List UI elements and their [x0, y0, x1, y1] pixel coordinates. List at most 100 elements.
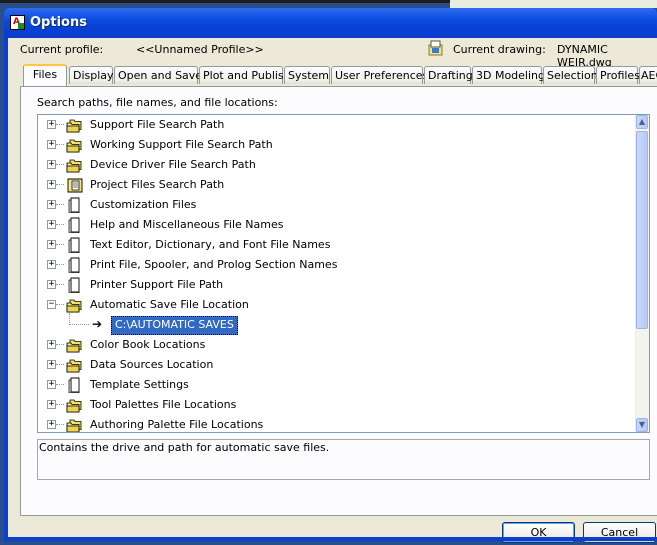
tree-item[interactable]: + Color Book Locations	[38, 335, 636, 355]
expand-icon[interactable]: +	[47, 220, 56, 229]
tree-item[interactable]: + Authoring Palette File Locations	[38, 415, 636, 432]
tree-item[interactable]: + Customization Files	[38, 195, 636, 215]
expand-icon[interactable]: +	[47, 260, 56, 269]
expand-icon[interactable]: +	[47, 340, 56, 349]
folders-icon	[66, 417, 84, 432]
dialog-client-area: Current profile: <<Unnamed Profile>> Cur…	[8, 38, 657, 543]
profile-row: Current profile: <<Unnamed Profile>> Cur…	[20, 40, 657, 69]
tree-item[interactable]: + Text Editor, Dictionary, and Font File …	[38, 235, 636, 255]
expand-icon[interactable]: +	[47, 240, 56, 249]
tree-item-label: Print File, Spooler, and Prolog Section …	[90, 258, 338, 271]
collapse-icon[interactable]: −	[47, 300, 56, 309]
folders-icon	[66, 137, 84, 153]
tab-user-preferences[interactable]: User Preferences	[331, 66, 428, 84]
expand-icon[interactable]: +	[47, 140, 56, 149]
autocad-app-icon: A	[10, 15, 25, 30]
tree-connector	[56, 284, 64, 285]
expand-icon[interactable]: +	[47, 360, 56, 369]
current-profile-label: Current profile:	[20, 43, 104, 56]
document-icon	[66, 237, 84, 254]
current-drawing-label: Current drawing:	[453, 43, 546, 56]
scroll-thumb[interactable]	[636, 131, 648, 329]
tree-item[interactable]: − Automatic Save File Location	[38, 295, 636, 315]
tree-item[interactable]: + Print File, Spooler, and Prolog Section…	[38, 255, 636, 275]
tree-connector	[56, 184, 64, 185]
tree-item-label: Project Files Search Path	[90, 178, 225, 191]
tree-connector	[56, 364, 64, 365]
tab-system[interactable]: System	[284, 66, 330, 84]
tree-item-label: Template Settings	[90, 378, 189, 391]
arrow-right-icon: ➔	[92, 317, 103, 331]
tab-strip: Files Display Open and Save Plot and Pub…	[20, 64, 657, 86]
tree-item[interactable]: + Tool Palettes File Locations	[38, 395, 636, 415]
expand-icon[interactable]: +	[47, 380, 56, 389]
title-bar[interactable]: A Options	[4, 8, 657, 38]
tab-open-and-save[interactable]: Open and Save	[114, 66, 202, 84]
tree-item-label: Color Book Locations	[90, 338, 206, 351]
expand-icon[interactable]: +	[47, 160, 56, 169]
tree-connector	[56, 204, 64, 205]
window-title: Options	[30, 15, 87, 30]
tab-selection[interactable]: Selection	[543, 66, 598, 84]
tree-connector	[56, 304, 64, 305]
tab-profiles[interactable]: Profiles	[596, 66, 640, 84]
tree-item-label: Customization Files	[90, 198, 197, 211]
search-paths-heading: Search paths, file names, and file locat…	[37, 96, 278, 109]
tree-item-label: Device Driver File Search Path	[90, 158, 256, 171]
current-profile-value: <<Unnamed Profile>>	[136, 43, 264, 56]
tab-files[interactable]: Files	[23, 64, 67, 86]
document-icon	[66, 377, 84, 394]
tree-item-label: Help and Miscellaneous File Names	[90, 218, 284, 231]
tree-connector	[69, 324, 89, 325]
tree-connector	[56, 264, 64, 265]
tab-aec[interactable]: AEC	[639, 66, 657, 84]
tree-item-label: Printer Support File Path	[90, 278, 224, 291]
tree-connector	[56, 244, 64, 245]
expand-icon[interactable]: +	[47, 180, 56, 189]
tree-item[interactable]: + Project Files Search Path	[38, 175, 636, 195]
options-dialog: A Options Current profile: <<Unnamed Pro…	[4, 8, 657, 543]
scroll-down-button[interactable]: ▼	[636, 418, 648, 432]
tree-item[interactable]: + Device Driver File Search Path	[38, 155, 636, 175]
folders-icon	[66, 357, 84, 373]
tree-connector	[56, 144, 64, 145]
document-icon	[66, 217, 84, 234]
expand-icon[interactable]: +	[47, 280, 56, 289]
expand-icon[interactable]: +	[47, 420, 56, 429]
expand-icon[interactable]: +	[47, 200, 56, 209]
drawing-icon	[428, 40, 443, 56]
tab-display[interactable]: Display	[69, 66, 114, 84]
tree-item[interactable]: + Printer Support File Path	[38, 275, 636, 295]
folders-icon	[66, 337, 84, 353]
tree-item-label: Working Support File Search Path	[90, 138, 273, 151]
tree-connector	[56, 424, 64, 425]
description-text: Contains the drive and path for automati…	[39, 441, 330, 454]
file-locations-tree[interactable]: + Support File Search Path + Working Suppor…	[37, 114, 650, 433]
tab-drafting[interactable]: Drafting	[424, 66, 473, 84]
vertical-scrollbar[interactable]: ▲ ▼	[635, 115, 649, 432]
tree-item[interactable]: + Data Sources Location	[38, 355, 636, 375]
tab-plot-and-publish[interactable]: Plot and Publish	[199, 66, 291, 84]
tree-item-label: Tool Palettes File Locations	[90, 398, 237, 411]
tree-child-item[interactable]: ➔ C:\AUTOMATIC SAVES	[38, 313, 636, 335]
tab-3d-modeling[interactable]: 3D Modeling	[472, 66, 545, 84]
tree-item-label: Text Editor, Dictionary, and Font File N…	[90, 238, 331, 251]
folders-icon	[66, 117, 84, 133]
window-frame-bottom	[4, 537, 657, 541]
scroll-up-button[interactable]: ▲	[636, 115, 648, 129]
tree-item[interactable]: + Support File Search Path	[38, 115, 636, 135]
folders-icon	[66, 157, 84, 173]
expand-icon[interactable]: +	[47, 120, 56, 129]
tree-item[interactable]: + Working Support File Search Path	[38, 135, 636, 155]
expand-icon[interactable]: +	[47, 400, 56, 409]
tree-item[interactable]: + Help and Miscellaneous File Names	[38, 215, 636, 235]
tree-connector	[56, 344, 64, 345]
tree-item[interactable]: + Template Settings	[38, 375, 636, 395]
background-app-canvas	[450, 0, 657, 8]
tree-connector	[56, 224, 64, 225]
description-box: Contains the drive and path for automati…	[37, 439, 650, 480]
tree-item-label: Data Sources Location	[90, 358, 214, 371]
automatic-save-path[interactable]: C:\AUTOMATIC SAVES	[111, 316, 238, 335]
tree-item-label: Support File Search Path	[90, 118, 225, 131]
project-icon	[66, 177, 84, 193]
